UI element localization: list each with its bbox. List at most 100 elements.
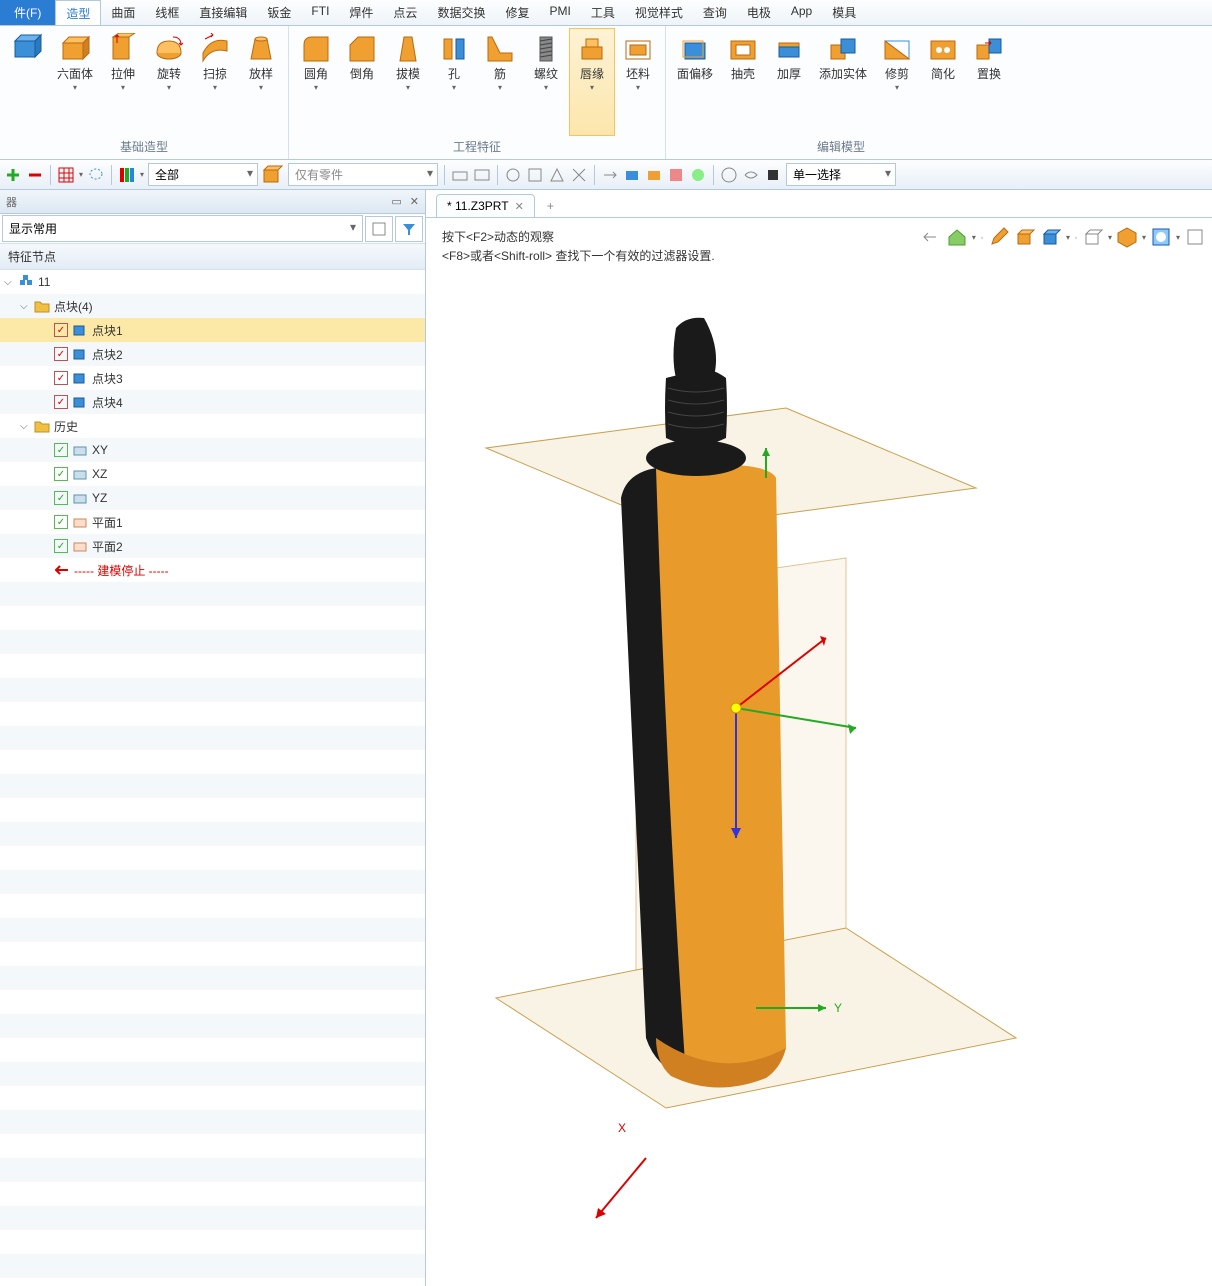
selection-mode-dropdown[interactable]: 单一选择 bbox=[786, 163, 896, 186]
tree-folder-history[interactable]: ⌵ 历史 bbox=[0, 414, 425, 438]
checkbox-icon[interactable]: ✓ bbox=[54, 395, 68, 409]
tree-item-plane2[interactable]: ✓ 平面2 bbox=[0, 534, 425, 558]
tool-icon-3[interactable] bbox=[504, 166, 522, 184]
ribbon-btn-revolve[interactable]: 旋转 ▾ bbox=[146, 28, 192, 136]
collapse-icon[interactable]: ⌵ bbox=[20, 421, 34, 432]
ribbon-btn-fillet[interactable]: 圆角 ▾ bbox=[293, 28, 339, 136]
menu-tab-app[interactable]: App bbox=[781, 0, 822, 25]
ribbon-btn-hexahedron[interactable]: 六面体 ▾ bbox=[50, 28, 100, 136]
menu-tab-pmi[interactable]: PMI bbox=[539, 0, 580, 25]
menu-tab-modeling[interactable]: 造型 bbox=[55, 0, 101, 25]
tool-icon-5[interactable] bbox=[548, 166, 566, 184]
checkbox-icon[interactable]: ✓ bbox=[54, 371, 68, 385]
minimize-icon[interactable]: ▭ bbox=[391, 195, 401, 208]
tool-icon-1[interactable] bbox=[451, 166, 469, 184]
checkbox-icon[interactable]: ✓ bbox=[54, 347, 68, 361]
ribbon-btn-loft[interactable]: 放样 ▾ bbox=[238, 28, 284, 136]
menu-tab-dataexchange[interactable]: 数据交换 bbox=[427, 0, 495, 25]
checkbox-icon[interactable]: ✓ bbox=[54, 443, 68, 457]
3d-canvas[interactable]: 按下<F2>动态的观察 <F8>或者<Shift-roll> 查找下一个有效的过… bbox=[426, 218, 1212, 1286]
collapse-icon[interactable]: ⌵ bbox=[4, 277, 18, 288]
ribbon-btn-replace[interactable]: 置换 bbox=[966, 28, 1012, 136]
ribbon-btn-chamfer[interactable]: 倒角 bbox=[339, 28, 385, 136]
tree-item-plane1[interactable]: ✓ 平面1 bbox=[0, 510, 425, 534]
tool-icon-11[interactable] bbox=[689, 166, 707, 184]
menu-tab-wireframe[interactable]: 线框 bbox=[145, 0, 189, 25]
menu-tab-weldment[interactable]: 焊件 bbox=[339, 0, 383, 25]
ribbon-btn-primitive[interactable] bbox=[4, 28, 50, 136]
tree-item-xy[interactable]: ✓ XY bbox=[0, 438, 425, 462]
checkbox-icon[interactable]: ✓ bbox=[54, 491, 68, 505]
add-icon[interactable] bbox=[4, 166, 22, 184]
tool-icon-9[interactable] bbox=[645, 166, 663, 184]
ribbon-label: 六面体 bbox=[57, 67, 93, 81]
menu-tab-sheetmetal[interactable]: 钣金 bbox=[257, 0, 301, 25]
tool-icon-4[interactable] bbox=[526, 166, 544, 184]
menu-tab-directedit[interactable]: 直接编辑 bbox=[189, 0, 257, 25]
tool-icon-10[interactable] bbox=[667, 166, 685, 184]
ribbon-btn-extrude[interactable]: 拉伸 ▾ bbox=[100, 28, 146, 136]
tree-item-pointblock4[interactable]: ✓ 点块4 bbox=[0, 390, 425, 414]
checkbox-icon[interactable]: ✓ bbox=[54, 539, 68, 553]
ribbon-btn-hole[interactable]: 孔 ▾ bbox=[431, 28, 477, 136]
ribbon-btn-trim[interactable]: 修剪 ▾ bbox=[874, 28, 920, 136]
menu-tab-tools[interactable]: 工具 bbox=[581, 0, 625, 25]
ribbon-btn-thicken[interactable]: 加厚 bbox=[766, 28, 812, 136]
document-tab[interactable]: * 11.Z3PRT ✕ bbox=[436, 194, 535, 217]
plane-icon bbox=[72, 442, 88, 458]
checkbox-icon[interactable]: ✓ bbox=[54, 515, 68, 529]
collapse-icon[interactable]: ⌵ bbox=[20, 301, 34, 312]
menu-file[interactable]: 件(F) bbox=[0, 0, 55, 25]
tool-icon-7[interactable] bbox=[601, 166, 619, 184]
plane-icon bbox=[72, 466, 88, 482]
part-icon[interactable] bbox=[262, 164, 284, 186]
tree-item-pointblock2[interactable]: ✓ 点块2 bbox=[0, 342, 425, 366]
tree-item-pointblock3[interactable]: ✓ 点块3 bbox=[0, 366, 425, 390]
layers-icon[interactable] bbox=[118, 166, 136, 184]
tree-modeling-stop[interactable]: ----- 建模停止 ----- bbox=[0, 558, 425, 582]
ribbon-btn-stock[interactable]: 坯料 ▾ bbox=[615, 28, 661, 136]
menu-tab-surface[interactable]: 曲面 bbox=[101, 0, 145, 25]
filter-all-dropdown[interactable]: 全部 bbox=[148, 163, 258, 186]
ribbon-btn-shell[interactable]: 抽壳 bbox=[720, 28, 766, 136]
menu-tab-inquire[interactable]: 查询 bbox=[693, 0, 737, 25]
tab-add-button[interactable]: + bbox=[539, 195, 562, 217]
tab-close-icon[interactable]: ✕ bbox=[515, 200, 524, 213]
tool-icon-8[interactable] bbox=[623, 166, 641, 184]
grid-icon[interactable] bbox=[57, 166, 75, 184]
tool-icon-14[interactable] bbox=[764, 166, 782, 184]
menu-tab-mold[interactable]: 模具 bbox=[822, 0, 866, 25]
menu-tab-fti[interactable]: FTI bbox=[301, 0, 339, 25]
tree-item-pointblock1[interactable]: ✓ 点块1 bbox=[0, 318, 425, 342]
filter-funnel-button[interactable] bbox=[395, 216, 423, 242]
menu-tab-electrode[interactable]: 电极 bbox=[737, 0, 781, 25]
menu-tab-visual[interactable]: 视觉样式 bbox=[625, 0, 693, 25]
tree-empty-row bbox=[0, 726, 425, 750]
checkbox-icon[interactable]: ✓ bbox=[54, 323, 68, 337]
filter-parts-dropdown[interactable]: 仅有零件 bbox=[288, 163, 438, 186]
ribbon-btn-draft[interactable]: 拔模 ▾ bbox=[385, 28, 431, 136]
lasso-icon[interactable] bbox=[87, 166, 105, 184]
ribbon-btn-offset[interactable]: 面偏移 bbox=[670, 28, 720, 136]
display-filter-dropdown[interactable]: 显示常用 bbox=[2, 215, 363, 242]
filter-options-button[interactable] bbox=[365, 216, 393, 242]
tree-folder-pointblocks[interactable]: ⌵ 点块(4) bbox=[0, 294, 425, 318]
remove-icon[interactable] bbox=[26, 166, 44, 184]
tree-root[interactable]: ⌵ 11 bbox=[0, 270, 425, 294]
tool-icon-6[interactable] bbox=[570, 166, 588, 184]
tree-item-xz[interactable]: ✓ XZ bbox=[0, 462, 425, 486]
tree-item-yz[interactable]: ✓ YZ bbox=[0, 486, 425, 510]
ribbon-btn-sweep[interactable]: 扫掠 ▾ bbox=[192, 28, 238, 136]
close-icon[interactable]: ✕ bbox=[410, 195, 419, 208]
ribbon-btn-simplify[interactable]: 简化 bbox=[920, 28, 966, 136]
ribbon-btn-addbody[interactable]: 添加实体 bbox=[812, 28, 874, 136]
ribbon-btn-lip[interactable]: 唇缘 ▾ bbox=[569, 28, 615, 136]
tool-icon-13[interactable] bbox=[742, 166, 760, 184]
tool-icon-12[interactable] bbox=[720, 166, 738, 184]
menu-tab-heal[interactable]: 修复 bbox=[495, 0, 539, 25]
ribbon-btn-rib[interactable]: 筋 ▾ bbox=[477, 28, 523, 136]
checkbox-icon[interactable]: ✓ bbox=[54, 467, 68, 481]
tool-icon-2[interactable] bbox=[473, 166, 491, 184]
ribbon-btn-thread[interactable]: 螺纹 ▾ bbox=[523, 28, 569, 136]
menu-tab-pointcloud[interactable]: 点云 bbox=[383, 0, 427, 25]
